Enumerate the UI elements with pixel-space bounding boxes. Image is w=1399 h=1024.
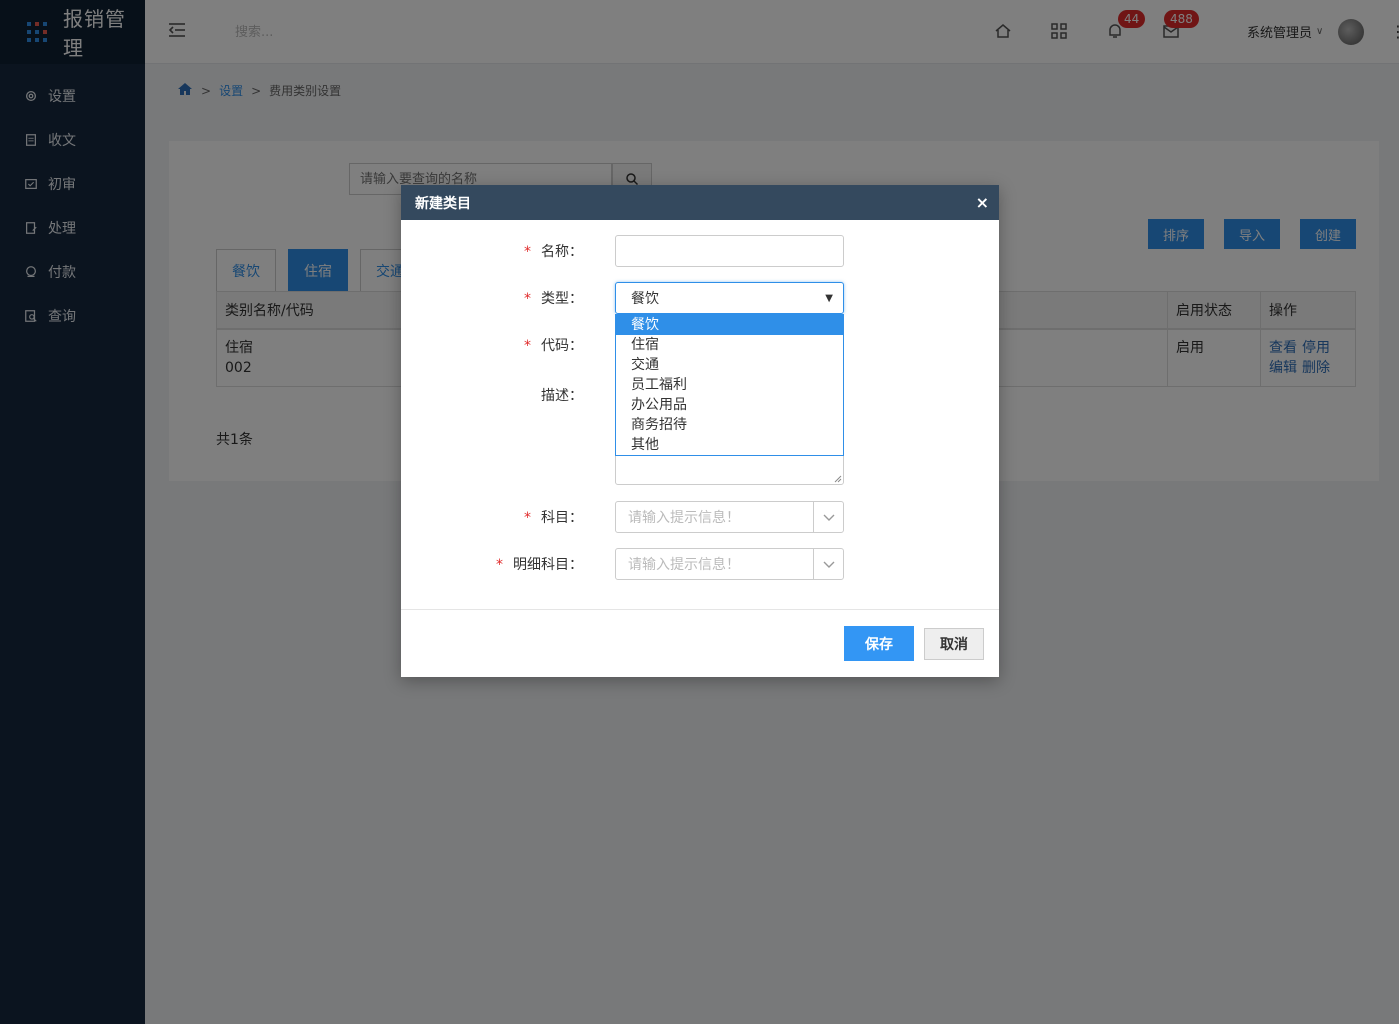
chevron-down-icon[interactable] (813, 549, 843, 579)
type-option[interactable]: 办公用品 (616, 395, 843, 415)
cancel-button[interactable]: 取消 (924, 628, 984, 660)
type-option[interactable]: 员工福利 (616, 375, 843, 395)
type-dropdown-list: 餐饮 住宿 交通 员工福利 办公用品 商务招待 其他 (615, 314, 844, 456)
dialog-header: 新建类目 × (401, 185, 999, 220)
name-label: * 名称： (524, 244, 583, 260)
type-option[interactable]: 其他 (616, 435, 843, 455)
new-category-dialog: 新建类目 × * 名称： * 类型： 餐饮 ▼ * 代码： 描述： 餐饮 住宿 交通 … (401, 185, 999, 677)
desc-label: 描述： (541, 388, 583, 404)
detail-subject-label: * 明细科目： (496, 557, 583, 573)
close-icon[interactable]: × (976, 193, 989, 212)
dialog-footer-divider (401, 609, 999, 610)
type-option[interactable]: 餐饮 (616, 315, 843, 335)
type-option[interactable]: 交通 (616, 355, 843, 375)
subject-label: * 科目： (524, 510, 583, 526)
save-button[interactable]: 保存 (844, 626, 914, 661)
name-field[interactable] (615, 235, 844, 267)
subject-combobox[interactable]: 请输入提示信息！ (615, 501, 844, 533)
chevron-down-icon[interactable] (813, 502, 843, 532)
type-selected-value: 餐饮 (631, 291, 659, 307)
resize-handle-icon (834, 475, 842, 483)
code-label: * 代码： (524, 338, 583, 354)
type-label: * 类型： (524, 291, 583, 307)
dialog-title: 新建类目 (415, 195, 471, 212)
subject-placeholder: 请输入提示信息！ (628, 510, 740, 526)
type-option[interactable]: 商务招待 (616, 415, 843, 435)
type-select[interactable]: 餐饮 ▼ (615, 282, 844, 314)
detail-subject-placeholder: 请输入提示信息！ (628, 557, 740, 573)
type-option[interactable]: 住宿 (616, 335, 843, 355)
caret-down-icon: ▼ (825, 292, 833, 304)
detail-subject-combobox[interactable]: 请输入提示信息！ (615, 548, 844, 580)
